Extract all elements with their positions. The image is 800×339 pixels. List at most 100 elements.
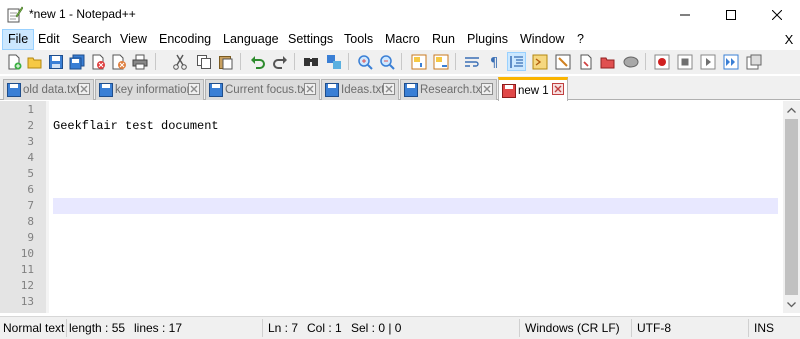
cut-button[interactable] xyxy=(170,52,189,71)
menu-encoding[interactable]: Encoding xyxy=(154,29,216,50)
print-button[interactable] xyxy=(130,52,149,71)
current-line[interactable] xyxy=(53,198,778,214)
menu-tools[interactable]: Tools xyxy=(339,29,378,50)
scrollbar-thumb[interactable] xyxy=(785,119,798,295)
show-all-chars-button[interactable]: ¶ xyxy=(484,52,503,71)
word-wrap-icon xyxy=(464,56,479,67)
status-insert-mode[interactable]: INS xyxy=(754,319,774,337)
tab-research[interactable]: Research.txt xyxy=(400,79,497,100)
text-line[interactable] xyxy=(53,150,778,166)
close-tab-icon[interactable] xyxy=(552,83,564,95)
folder-workspace-button[interactable] xyxy=(576,52,595,71)
status-eol-format[interactable]: Windows (CR LF) xyxy=(525,319,620,337)
menu-search[interactable]: Search xyxy=(67,29,117,50)
text-line[interactable] xyxy=(53,166,778,182)
status-encoding[interactable]: UTF-8 xyxy=(637,319,671,337)
save-button[interactable] xyxy=(46,52,65,71)
play-macro-button[interactable] xyxy=(698,52,717,71)
menu-run[interactable]: Run xyxy=(427,29,460,50)
close-tab-icon[interactable] xyxy=(188,83,200,95)
zoom-in-button[interactable] xyxy=(355,52,374,71)
toolbar-separator xyxy=(401,53,402,70)
line-number: 2 xyxy=(27,119,34,132)
open-file-button[interactable] xyxy=(25,52,44,71)
toolbar-separator xyxy=(645,53,646,70)
run-macro-multiple-button[interactable] xyxy=(721,52,740,71)
text-line[interactable] xyxy=(53,134,778,150)
text-line[interactable] xyxy=(53,214,778,230)
close-tab-icon[interactable] xyxy=(304,83,316,95)
text-line[interactable]: Geekflair test document xyxy=(53,118,778,134)
menu-view[interactable]: View xyxy=(115,29,152,50)
close-all-button[interactable] xyxy=(109,52,128,71)
new-file-button[interactable] xyxy=(4,52,23,71)
menu-window[interactable]: Window xyxy=(515,29,569,50)
text-line[interactable] xyxy=(53,230,778,246)
menu-settings[interactable]: Settings xyxy=(283,29,338,50)
saved-file-icon xyxy=(209,83,223,97)
fold-margin[interactable] xyxy=(46,101,49,313)
sync-vertical-button[interactable] xyxy=(409,52,428,71)
tab-new-1[interactable]: new 1 xyxy=(498,77,568,101)
close-document-button[interactable]: X xyxy=(782,29,796,50)
text-line[interactable] xyxy=(53,246,778,262)
tab-current-focus[interactable]: Current focus.txt xyxy=(205,79,320,100)
text-line[interactable] xyxy=(53,278,778,294)
line-number: 7 xyxy=(27,199,34,212)
menu-macro[interactable]: Macro xyxy=(380,29,425,50)
undo-button[interactable] xyxy=(248,52,267,71)
scroll-up-button[interactable] xyxy=(783,101,800,118)
tab-ideas[interactable]: Ideas.txt xyxy=(321,79,399,100)
menu-file[interactable]: File xyxy=(2,29,35,50)
menu-plugins[interactable]: Plugins xyxy=(462,29,513,50)
copy-button[interactable] xyxy=(194,52,213,71)
indent-guide-button[interactable] xyxy=(507,52,526,71)
close-icon xyxy=(772,9,782,20)
tab-old-data[interactable]: old data.txt xyxy=(3,79,94,100)
function-list-button[interactable] xyxy=(553,52,572,71)
replace-button[interactable] xyxy=(324,52,343,71)
close-tab-icon[interactable] xyxy=(383,83,395,95)
find-button[interactable] xyxy=(301,52,320,71)
paste-button[interactable] xyxy=(216,52,235,71)
stop-record-button[interactable] xyxy=(675,52,694,71)
redo-button[interactable] xyxy=(270,52,289,71)
menu-help[interactable]: ? xyxy=(572,29,589,50)
status-line-number: Ln : 7 xyxy=(268,321,299,335)
doc-list-icon xyxy=(600,57,614,68)
vertical-scrollbar[interactable] xyxy=(783,101,800,313)
save-icon xyxy=(48,54,63,69)
close-window-button[interactable] xyxy=(754,0,800,29)
zoom-out-button[interactable] xyxy=(377,52,396,71)
menu-edit[interactable]: Edit xyxy=(33,29,65,50)
maximize-button[interactable] xyxy=(708,0,754,29)
text-line[interactable] xyxy=(53,294,778,310)
close-tab-icon[interactable] xyxy=(481,83,493,95)
close-file-button[interactable] xyxy=(88,52,107,71)
line-number: 8 xyxy=(27,215,34,228)
tab-key-information[interactable]: key information xyxy=(95,79,204,100)
save-macro-button[interactable] xyxy=(744,52,763,71)
save-all-button[interactable] xyxy=(67,52,86,71)
tab-label: old data.txt xyxy=(23,84,80,96)
minimize-button[interactable] xyxy=(662,0,708,29)
status-length: length : 55 xyxy=(69,321,126,335)
record-macro-icon xyxy=(654,54,669,69)
text-line[interactable] xyxy=(53,262,778,278)
monitoring-button[interactable] xyxy=(621,52,640,71)
undo-icon xyxy=(250,55,265,69)
close-tab-icon[interactable] xyxy=(78,83,90,95)
scroll-down-button[interactable] xyxy=(783,296,800,313)
text-line[interactable] xyxy=(53,102,778,118)
record-macro-button[interactable] xyxy=(652,52,671,71)
text-editor[interactable]: 1 2 3 4 5 6 7 8 9 10 11 12 13 Geekflair … xyxy=(0,101,800,313)
text-line[interactable] xyxy=(53,182,778,198)
word-wrap-button[interactable] xyxy=(462,52,481,71)
doc-map-button[interactable] xyxy=(530,52,549,71)
sync-horizontal-button[interactable] xyxy=(431,52,450,71)
doc-list-button[interactable] xyxy=(598,52,617,71)
menu-language[interactable]: Language xyxy=(218,29,284,50)
toolbar-separator xyxy=(348,53,349,70)
show-all-chars-icon: ¶ xyxy=(490,56,498,70)
close-all-icon xyxy=(112,54,126,69)
